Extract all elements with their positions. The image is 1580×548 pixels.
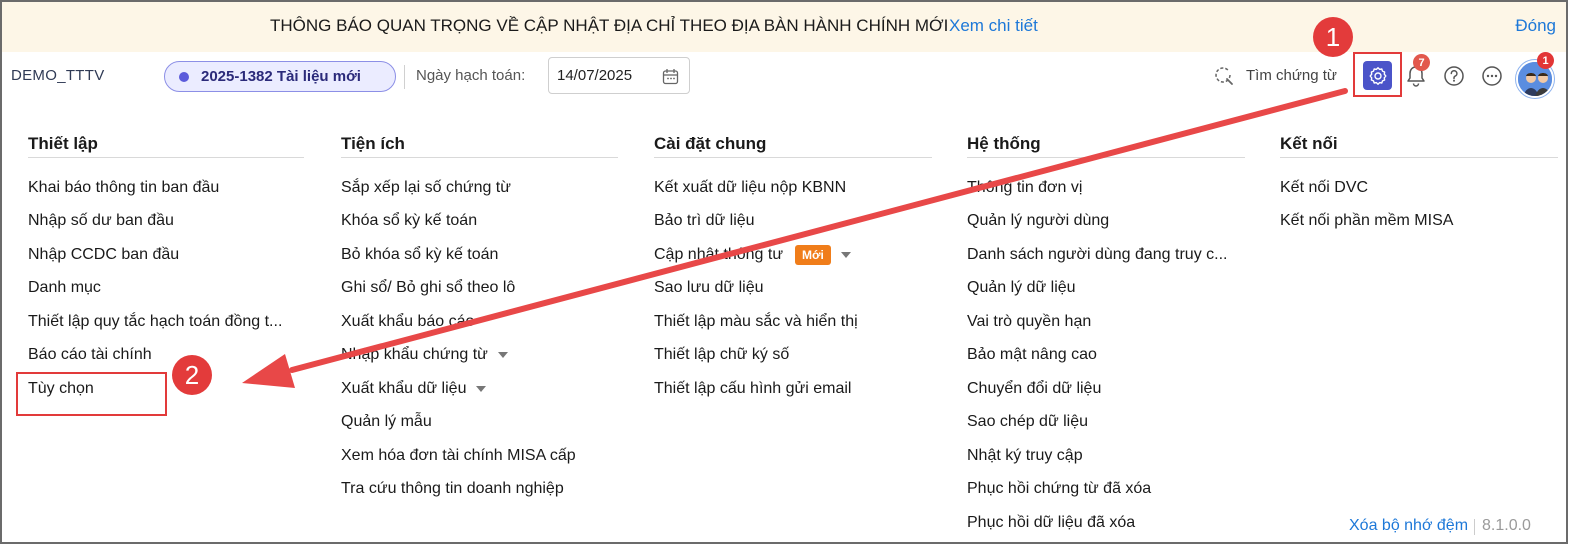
posting-date-field[interactable]: 14/07/2025 [548,57,690,94]
chevron-down-icon [840,251,851,258]
menu-item-unit-info[interactable]: Thông tin đơn vị [967,171,1245,205]
column-title: Thiết lập [28,122,304,158]
footer-divider [1474,519,1475,535]
column-title: Hệ thống [967,122,1245,158]
menu-item-connect-dvc[interactable]: Kết nối DVC [1280,171,1558,205]
menu-item-template-manager[interactable]: Quản lý mẫu [341,406,618,440]
menu-item-data-maintenance[interactable]: Bảo trì dữ liệu [654,205,932,239]
column-setup: Thiết lập Khai báo thông tin ban đầu Nhậ… [28,122,304,406]
column-general-settings: Cài đặt chung Kết xuất dữ liệu nộp KBNN … [654,122,932,406]
notice-text: THÔNG BÁO QUAN TRỌNG VỀ CẬP NHẬT ĐỊA CHỈ… [270,16,949,35]
options-annotation-box [16,372,167,416]
header-divider [404,65,405,89]
column-title: Tiện ích [341,122,618,158]
column-title: Cài đặt chung [654,122,932,158]
settings-button[interactable] [1363,61,1392,90]
column-title: Kết nối [1280,122,1558,158]
chevron-down-icon [476,385,487,392]
document-selector[interactable]: 2025-1382 Tài liệu mới [164,61,396,92]
menu-item-restore-data[interactable]: Phục hồi dữ liệu đã xóa [967,506,1245,540]
avatar-count-badge: 1 [1537,52,1554,69]
version-label: 8.1.0.0 [1482,517,1531,534]
notice-close-link[interactable]: Đóng [1515,16,1556,36]
menu-item-digital-signature[interactable]: Thiết lập chữ ký số [654,339,932,373]
app-window: THÔNG BÁO QUAN TRỌNG VỀ CẬP NHẬT ĐỊA CHỈ… [0,0,1568,544]
chevron-down-icon [497,352,508,359]
menu-item-restore-vouchers[interactable]: Phục hồi chứng từ đã xóa [967,473,1245,507]
notice-details-link[interactable]: Xem chi tiết [949,16,1038,36]
posting-date-label: Ngày hạch toán: [416,67,526,84]
menu-item-label: Cập nhật thông tư [654,245,784,263]
search-label: Tìm chứng từ [1246,66,1337,84]
menu-item-access-log[interactable]: Nhật ký truy cập [967,439,1245,473]
menu-item-initial-info[interactable]: Khai báo thông tin ban đầu [28,171,304,205]
menu-item-data-conversion[interactable]: Chuyển đổi dữ liệu [967,372,1245,406]
menu-item-opening-tools[interactable]: Nhập CCDC ban đầu [28,238,304,272]
callout-step-2: 2 [172,355,212,395]
menu-item-posting-rules[interactable]: Thiết lập quy tắc hạch toán đồng t... [28,305,304,339]
document-label: 2025-1382 Tài liệu mới [201,68,361,85]
top-header: DEMO_TTTV 2025-1382 Tài liệu mới Ngày hạ… [2,52,1566,102]
menu-item-unlock-period[interactable]: Bỏ khóa sổ kỳ kế toán [341,238,618,272]
menu-item-import-vouchers[interactable]: Nhập khẩu chứng từ [341,339,618,373]
search-history-icon [1215,67,1233,85]
menu-item-opening-balance[interactable]: Nhập số dư ban đầu [28,205,304,239]
search-documents[interactable]: Tìm chứng từ [1212,64,1337,86]
column-utilities: Tiện ích Sắp xếp lại số chứng từ Khóa sổ… [341,122,618,506]
gear-icon [1369,66,1386,85]
new-badge: Mới [795,244,831,265]
column-connections: Kết nối Kết nối DVC Kết nối phần mềm MIS… [1280,122,1558,238]
notification-count-badge: 7 [1413,54,1430,71]
menu-item-catalog[interactable]: Danh mục [28,272,304,306]
clear-cache-link[interactable]: Xóa bộ nhớ đệm [1349,517,1468,535]
menu-item-update-circular[interactable]: Cập nhật thông tư Mới [654,238,932,272]
menu-item-connect-misa[interactable]: Kết nối phần mềm MISA [1280,205,1558,239]
help-icon[interactable] [1443,65,1465,87]
menu-item-export-report[interactable]: Xuất khẩu báo cáo [341,305,618,339]
menu-item-copy-data[interactable]: Sao chép dữ liệu [967,406,1245,440]
menu-item-data-management[interactable]: Quản lý dữ liệu [967,272,1245,306]
menu-item-label: Nhập khẩu chứng từ [341,346,488,364]
document-dot-icon [179,71,189,82]
column-system: Hệ thống Thông tin đơn vị Quản lý người … [967,122,1245,540]
database-name[interactable]: DEMO_TTTV [11,67,105,84]
menu-item-financial-report[interactable]: Báo cáo tài chính [28,339,304,373]
menu-item-company-lookup[interactable]: Tra cứu thông tin doanh nghiệp [341,473,618,507]
calendar-icon[interactable] [662,68,679,85]
menu-item-lock-period[interactable]: Khóa sổ kỳ kế toán [341,205,618,239]
menu-item-user-management[interactable]: Quản lý người dùng [967,205,1245,239]
menu-item-batch-posting[interactable]: Ghi sổ/ Bỏ ghi sổ theo lô [341,272,618,306]
menu-item-view-misa-invoice[interactable]: Xem hóa đơn tài chính MISA cấp [341,439,618,473]
menu-item-kbnn-export[interactable]: Kết xuất dữ liệu nộp KBNN [654,171,932,205]
callout-step-1: 1 [1313,17,1353,57]
menu-item-label: Xuất khẩu dữ liệu [341,379,467,397]
menu-item-color-display[interactable]: Thiết lập màu sắc và hiển thị [654,305,932,339]
menu-item-email-config[interactable]: Thiết lập cấu hình gửi email [654,372,932,406]
menu-item-reorder-vouchers[interactable]: Sắp xếp lại số chứng từ [341,171,618,205]
menu-item-advanced-security[interactable]: Bảo mật nâng cao [967,339,1245,373]
posting-date-value: 14/07/2025 [557,67,633,84]
menu-item-export-data[interactable]: Xuất khẩu dữ liệu [341,372,618,406]
menu-item-active-users[interactable]: Danh sách người dùng đang truy c... [967,238,1245,272]
menu-item-backup[interactable]: Sao lưu dữ liệu [654,272,932,306]
more-options-icon[interactable] [1481,65,1503,87]
menu-item-roles[interactable]: Vai trò quyền hạn [967,305,1245,339]
